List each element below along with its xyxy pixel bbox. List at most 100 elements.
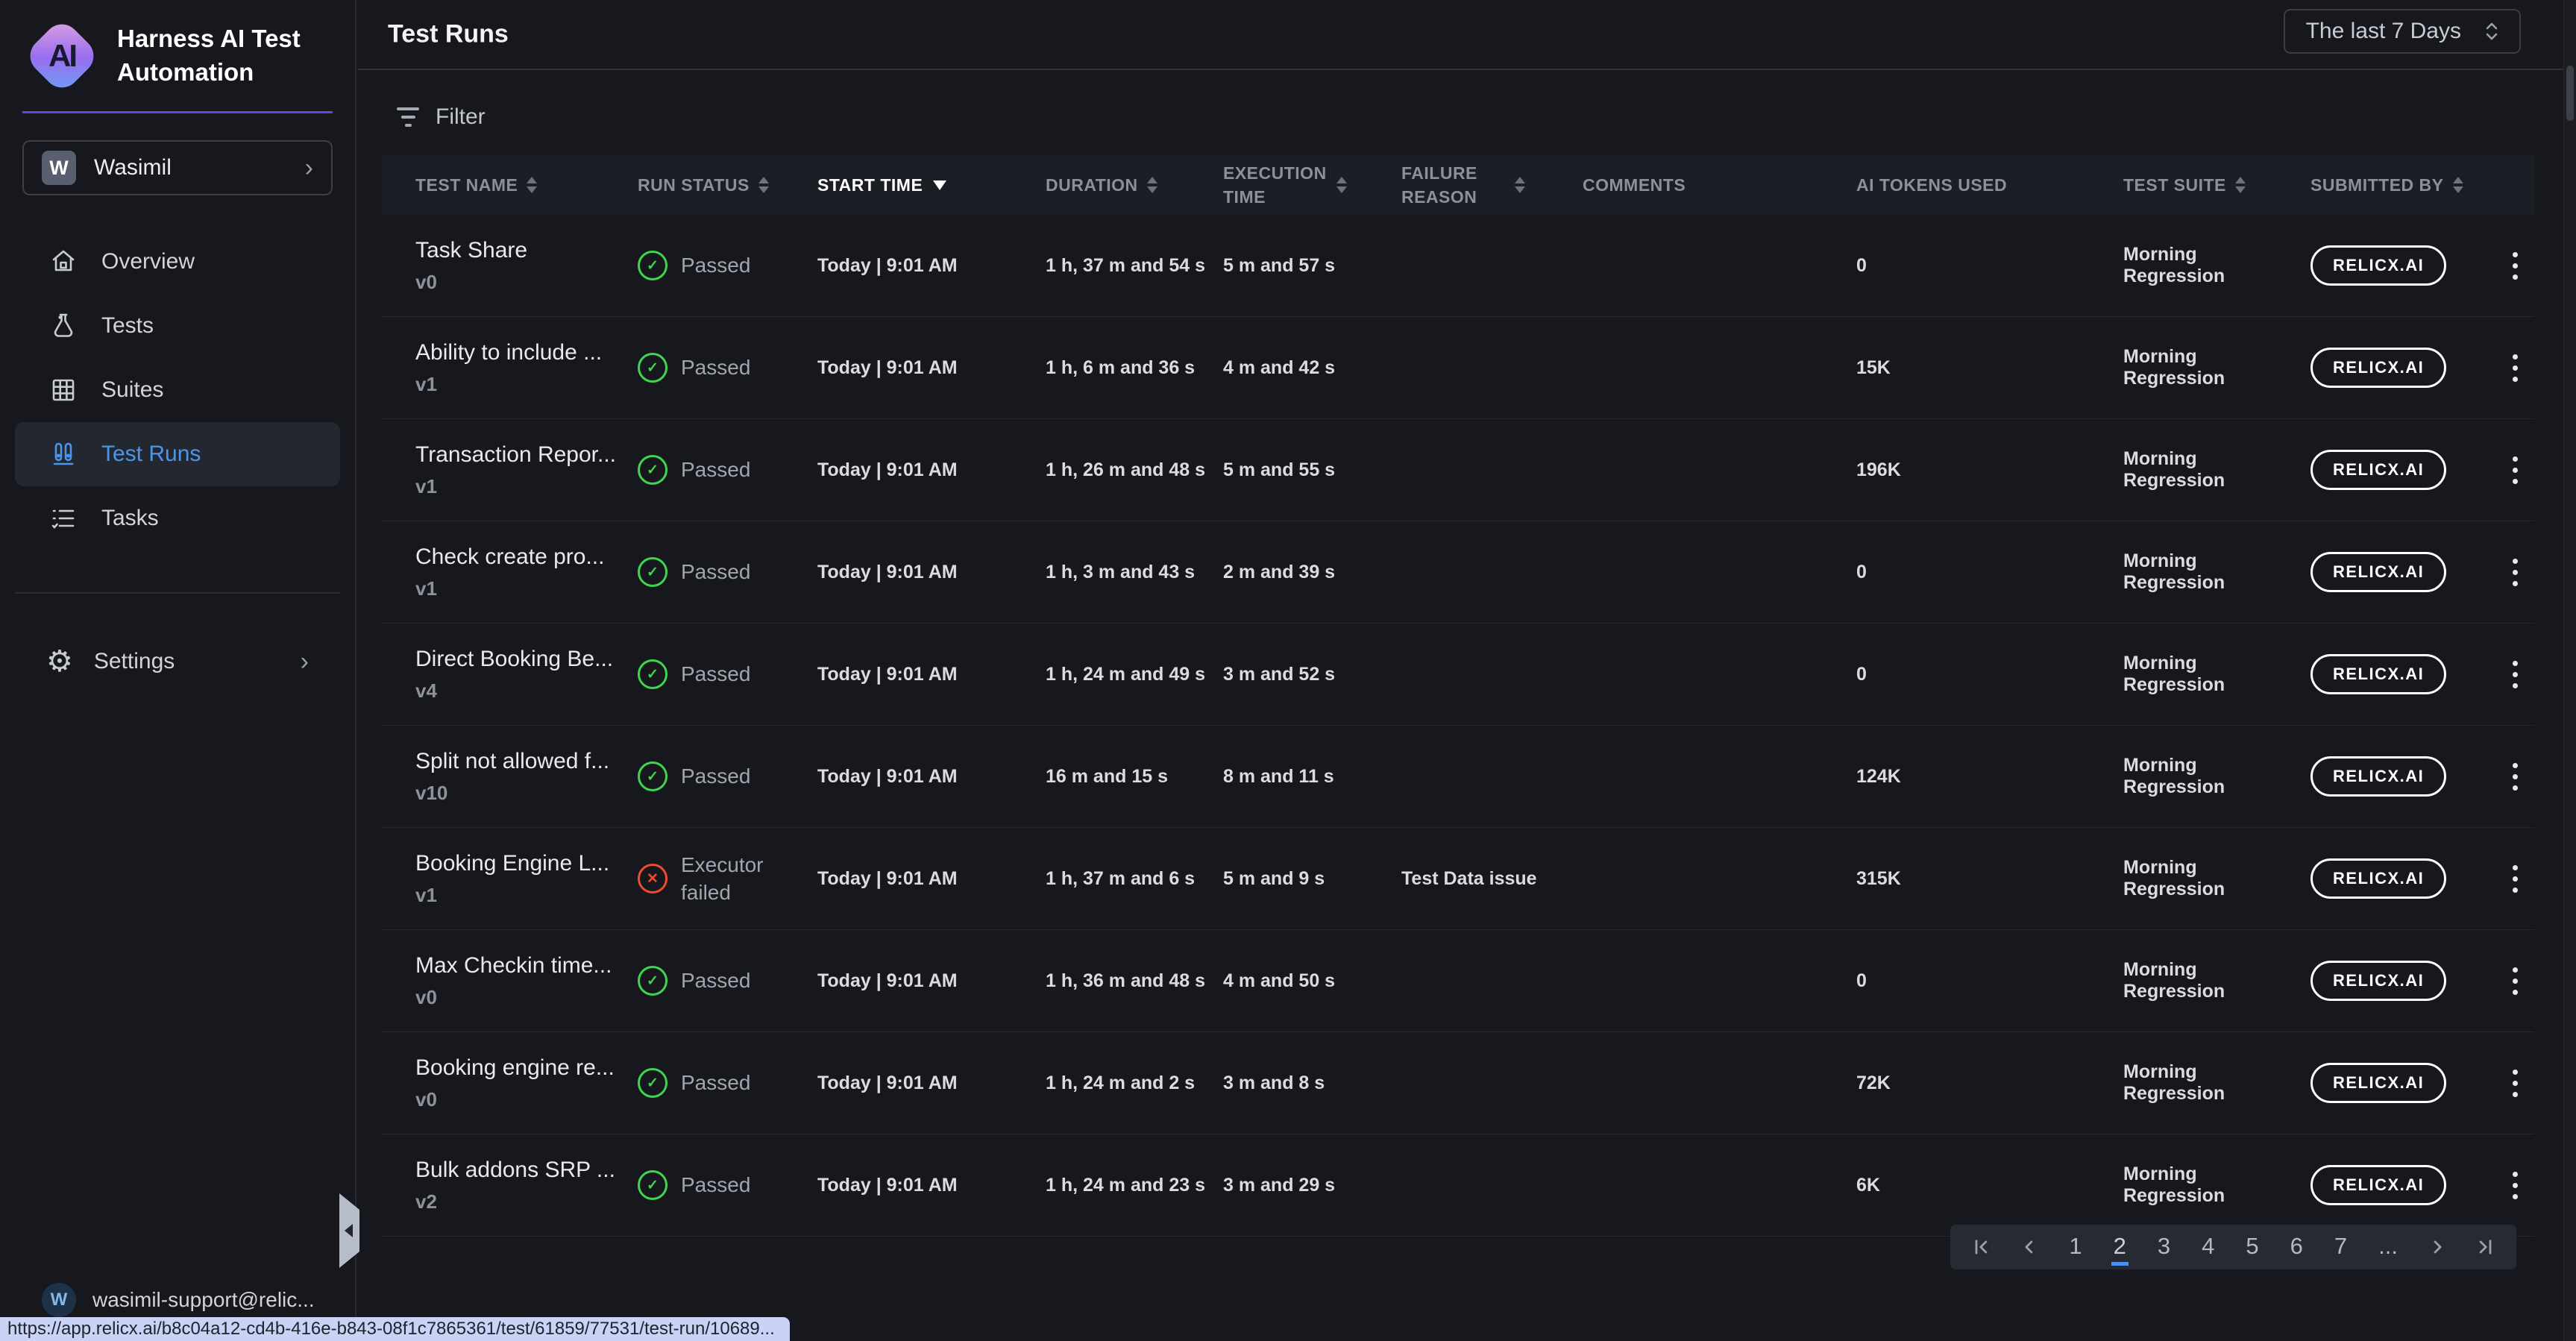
ai-tokens-cell: 72K bbox=[1856, 1073, 2123, 1094]
pagination: 1234567... bbox=[1950, 1225, 2516, 1269]
column-label: START TIME bbox=[817, 173, 923, 197]
row-menu-button[interactable] bbox=[2505, 449, 2525, 492]
column-label: DURATION bbox=[1046, 173, 1138, 197]
submitted-by-badge: RELICX.AI bbox=[2310, 245, 2446, 286]
table-row[interactable]: Split not allowed f... v10 ✓ Passed Toda… bbox=[382, 726, 2534, 828]
sidebar-item-overview[interactable]: Overview bbox=[0, 230, 355, 294]
run-status-cell: ✓ Passed bbox=[638, 251, 817, 280]
test-name-link[interactable]: Transaction Repor... bbox=[415, 442, 621, 468]
test-name-cell: Direct Booking Be... v4 bbox=[415, 647, 638, 703]
pagination-page-4[interactable]: 4 bbox=[2199, 1228, 2217, 1266]
column-header-test-suite[interactable]: TEST SUITE bbox=[2123, 167, 2310, 203]
column-label: EXECUTION TIME bbox=[1223, 161, 1328, 209]
run-status-cell: ✓ Passed bbox=[638, 966, 817, 996]
status-icon: ✓ bbox=[638, 455, 667, 485]
column-header-run-status[interactable]: RUN STATUS bbox=[638, 167, 817, 203]
ai-tokens-cell: 124K bbox=[1856, 766, 2123, 788]
workspace-selector[interactable]: W Wasimil › bbox=[22, 140, 333, 195]
start-time-cell: Today | 9:01 AM bbox=[817, 357, 1046, 379]
start-time-cell: Today | 9:01 AM bbox=[817, 1073, 1046, 1094]
pagination-page-5[interactable]: 5 bbox=[2243, 1228, 2261, 1266]
row-menu-button[interactable] bbox=[2505, 551, 2525, 594]
table-row[interactable]: Task Share v0 ✓ Passed Today | 9:01 AM 1… bbox=[382, 215, 2534, 317]
pagination-prev-icon[interactable] bbox=[2019, 1237, 2040, 1257]
test-name-link[interactable]: Booking engine re... bbox=[415, 1055, 621, 1081]
row-menu-button[interactable] bbox=[2505, 756, 2525, 798]
run-status-cell: ✓ Passed bbox=[638, 1170, 817, 1200]
pagination-page-6[interactable]: 6 bbox=[2288, 1228, 2305, 1266]
ai-tokens-cell: 0 bbox=[1856, 562, 2123, 583]
sidebar-item-label: Test Runs bbox=[101, 442, 201, 467]
topbar: Test Runs The last 7 Days bbox=[358, 0, 2564, 70]
flask-icon bbox=[46, 311, 81, 341]
test-name-link[interactable]: Bulk addons SRP ... bbox=[415, 1158, 621, 1183]
row-menu-button[interactable] bbox=[2505, 653, 2525, 696]
pagination-first-icon[interactable] bbox=[1971, 1237, 1992, 1257]
test-name-cell: Ability to include ... v1 bbox=[415, 340, 638, 396]
submitted-by-cell: RELICX.AI bbox=[2310, 348, 2495, 388]
date-range-select[interactable]: The last 7 Days bbox=[2284, 9, 2521, 54]
workspace-name: Wasimil bbox=[94, 155, 287, 180]
test-name-link[interactable]: Direct Booking Be... bbox=[415, 647, 621, 672]
submitted-by-cell: RELICX.AI bbox=[2310, 245, 2495, 286]
execution-time-cell: 2 m and 39 s bbox=[1223, 562, 1401, 583]
row-menu-button[interactable] bbox=[2505, 1164, 2525, 1207]
test-name-link[interactable]: Check create pro... bbox=[415, 544, 621, 570]
pagination-page-3[interactable]: 3 bbox=[2155, 1228, 2173, 1266]
status-label: Passed bbox=[681, 967, 750, 995]
column-header-execution-time[interactable]: EXECUTION TIME bbox=[1223, 155, 1401, 215]
scrollbar-track[interactable] bbox=[2563, 0, 2576, 1341]
row-menu-button[interactable] bbox=[2505, 960, 2525, 1002]
test-name-link[interactable]: Split not allowed f... bbox=[415, 749, 621, 774]
pagination-next-icon[interactable] bbox=[2427, 1237, 2448, 1257]
start-time-cell: Today | 9:01 AM bbox=[817, 562, 1046, 583]
table-row[interactable]: Booking Engine L... v1 ✕ Executor failed… bbox=[382, 828, 2534, 930]
duration-cell: 16 m and 15 s bbox=[1046, 766, 1223, 788]
row-menu-button[interactable] bbox=[2505, 347, 2525, 389]
sidebar-item-test-runs[interactable]: Test Runs bbox=[15, 422, 340, 486]
ai-tokens-cell: 0 bbox=[1856, 255, 2123, 277]
row-menu-button[interactable] bbox=[2505, 1062, 2525, 1105]
table-body: Task Share v0 ✓ Passed Today | 9:01 AM 1… bbox=[382, 215, 2534, 1237]
table-row[interactable]: Ability to include ... v1 ✓ Passed Today… bbox=[382, 317, 2534, 419]
row-menu-button[interactable] bbox=[2505, 858, 2525, 900]
table-row[interactable]: Bulk addons SRP ... v2 ✓ Passed Today | … bbox=[382, 1134, 2534, 1237]
table-row[interactable]: Check create pro... v1 ✓ Passed Today | … bbox=[382, 521, 2534, 624]
sidebar-item-label: Suites bbox=[101, 377, 163, 403]
row-menu-button[interactable] bbox=[2505, 245, 2525, 287]
test-name-link[interactable]: Task Share bbox=[415, 238, 621, 263]
user-account[interactable]: W wasimil-support@relic... bbox=[42, 1283, 315, 1317]
run-status-cell: ✕ Executor failed bbox=[638, 851, 817, 908]
status-label: Passed bbox=[681, 762, 750, 791]
sidebar-item-settings[interactable]: ⚙ Settings › bbox=[0, 629, 355, 694]
test-name-link[interactable]: Max Checkin time... bbox=[415, 953, 621, 979]
table-row[interactable]: Booking engine re... v0 ✓ Passed Today |… bbox=[382, 1032, 2534, 1134]
sidebar-item-tasks[interactable]: Tasks bbox=[0, 486, 355, 550]
execution-time-cell: 8 m and 11 s bbox=[1223, 766, 1401, 788]
status-icon: ✓ bbox=[638, 761, 667, 791]
column-header-submitted-by[interactable]: SUBMITTED BY bbox=[2310, 167, 2495, 203]
filter-button[interactable]: Filter bbox=[397, 104, 486, 130]
table-row[interactable]: Direct Booking Be... v4 ✓ Passed Today |… bbox=[382, 624, 2534, 726]
sidebar-item-tests[interactable]: Tests bbox=[0, 294, 355, 358]
table-row[interactable]: Transaction Repor... v1 ✓ Passed Today |… bbox=[382, 419, 2534, 521]
pagination-page-1[interactable]: 1 bbox=[2067, 1228, 2084, 1266]
ai-tokens-cell: 0 bbox=[1856, 970, 2123, 992]
pagination-page-7[interactable]: 7 bbox=[2332, 1228, 2349, 1266]
scrollbar-thumb[interactable] bbox=[2566, 66, 2574, 121]
submitted-by-badge: RELICX.AI bbox=[2310, 756, 2446, 797]
sidebar-item-suites[interactable]: Suites bbox=[0, 358, 355, 422]
status-label: Passed bbox=[681, 1069, 750, 1097]
test-name-link[interactable]: Booking Engine L... bbox=[415, 851, 621, 876]
test-name-link[interactable]: Ability to include ... bbox=[415, 340, 621, 365]
pagination-page-2[interactable]: 2 bbox=[2111, 1228, 2129, 1266]
sidebar: AI Harness AI Test Automation W Wasimil … bbox=[0, 0, 356, 1341]
test-name-cell: Max Checkin time... v0 bbox=[415, 953, 638, 1009]
pagination-last-icon[interactable] bbox=[2475, 1237, 2495, 1257]
column-header-duration[interactable]: DURATION bbox=[1046, 167, 1223, 203]
table-row[interactable]: Max Checkin time... v0 ✓ Passed Today | … bbox=[382, 930, 2534, 1032]
column-header-test-name[interactable]: TEST NAME bbox=[415, 167, 638, 203]
column-header-failure-reason[interactable]: FAILURE REASON bbox=[1401, 155, 1583, 215]
status-label: Passed bbox=[681, 354, 750, 382]
column-header-start-time[interactable]: START TIME bbox=[817, 167, 1046, 203]
